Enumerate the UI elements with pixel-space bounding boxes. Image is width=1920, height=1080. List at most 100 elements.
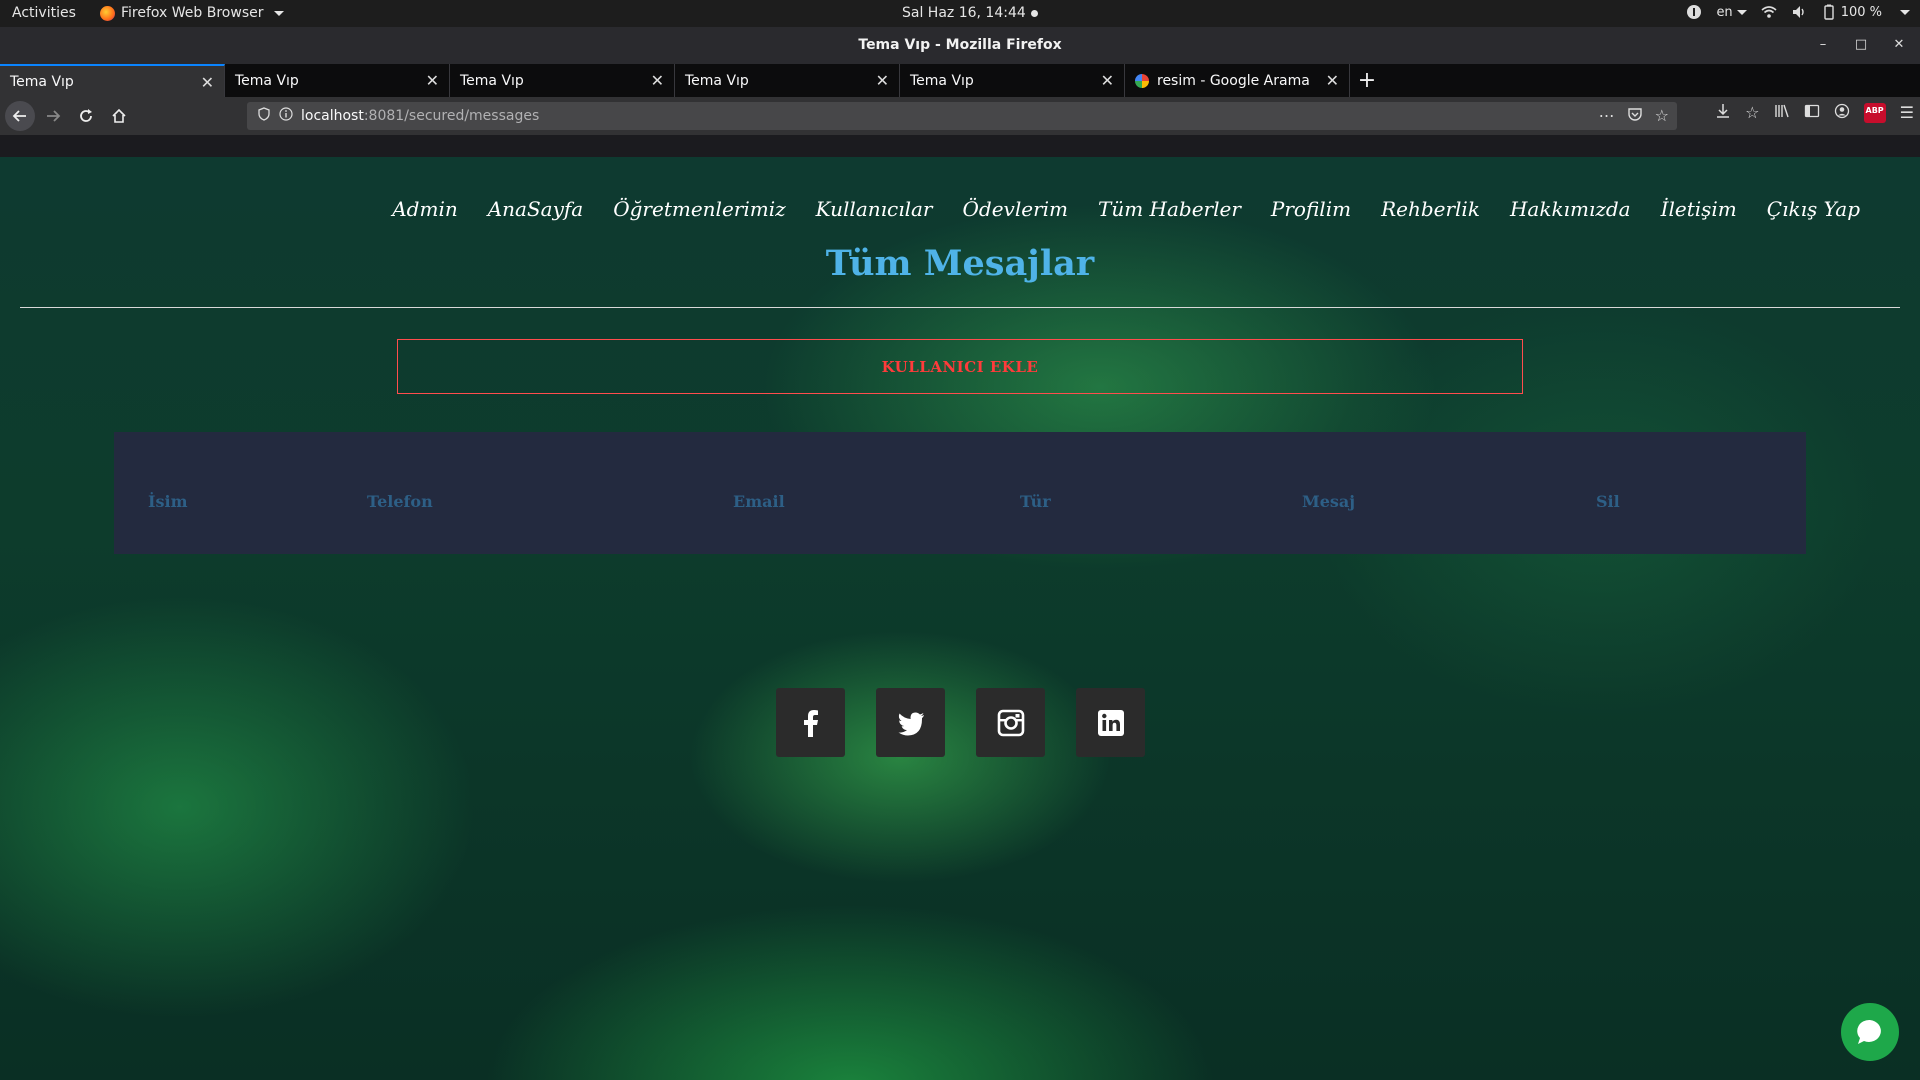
pocket-icon[interactable] <box>1627 106 1643 126</box>
bookmarks-star-icon[interactable]: ☆ <box>1745 103 1759 123</box>
navigation-toolbar: localhost:8081/secured/messages ⋯ ☆ ☆ AB… <box>0 97 1920 135</box>
tab-label: Tema Vıp <box>460 72 524 89</box>
close-tab-icon[interactable]: ✕ <box>426 71 439 90</box>
battery-label: 100 % <box>1840 4 1882 20</box>
instagram-icon <box>997 709 1024 736</box>
address-bar[interactable]: localhost:8081/secured/messages ⋯ ☆ <box>247 102 1677 130</box>
system-menu-chevron-icon[interactable] <box>1900 9 1910 15</box>
sidebar-icon[interactable] <box>1804 103 1820 123</box>
add-user-label: KULLANICI EKLE <box>881 357 1039 376</box>
column-header-mesaj: Mesaj <box>1302 492 1356 511</box>
nav-link-profilim[interactable]: Profilim <box>1271 197 1351 221</box>
adblock-plus-icon[interactable]: ABP <box>1863 103 1886 123</box>
notification-dot-icon <box>1030 9 1038 17</box>
close-tab-icon[interactable]: ✕ <box>651 71 664 90</box>
tab-label: Tema Vıp <box>235 72 299 89</box>
bookmark-star-icon[interactable]: ☆ <box>1655 106 1669 126</box>
battery-icon <box>1821 4 1837 20</box>
back-button[interactable] <box>5 101 35 131</box>
add-user-button[interactable]: KULLANICI EKLE <box>397 339 1523 394</box>
maximize-icon[interactable]: □ <box>1852 35 1870 53</box>
activities-button[interactable]: Activities <box>12 5 76 21</box>
tab-5[interactable]: Tema Vıp ✕ <box>900 64 1125 97</box>
nav-link-ogretmenlerimiz[interactable]: Öğretmenlerimiz <box>613 197 785 221</box>
arrow-left-icon <box>12 110 26 122</box>
window-title: Tema Vıp - Mozilla Firefox <box>858 37 1062 53</box>
home-button[interactable] <box>104 101 134 131</box>
tab-4[interactable]: Tema Vıp ✕ <box>675 64 900 97</box>
nav-link-cikis-yap[interactable]: Çıkış Yap <box>1767 197 1860 221</box>
language-indicator[interactable]: en <box>1716 4 1747 20</box>
column-header-telefon: Telefon <box>367 492 433 511</box>
firefox-icon <box>100 5 115 21</box>
url-actions: ⋯ ☆ <box>1599 106 1669 126</box>
chevron-down-icon <box>1736 9 1747 15</box>
linkedin-icon <box>1097 709 1124 736</box>
reload-button[interactable] <box>71 101 101 131</box>
tab-strip: Tema Vıp ✕ Tema Vıp ✕ Tema Vıp ✕ Tema Vı… <box>0 64 1920 97</box>
app-menu[interactable]: Firefox Web Browser <box>100 5 284 21</box>
url-path: :8081/secured/messages <box>363 108 540 124</box>
column-header-isim: İsim <box>148 492 188 511</box>
library-icon[interactable] <box>1774 103 1790 123</box>
instagram-button[interactable] <box>976 688 1045 757</box>
close-tab-icon[interactable]: ✕ <box>1326 71 1339 90</box>
downloads-icon[interactable] <box>1715 103 1731 123</box>
tab-2[interactable]: Tema Vıp ✕ <box>225 64 450 97</box>
account-icon[interactable] <box>1834 103 1850 123</box>
close-tab-icon[interactable]: ✕ <box>876 71 889 90</box>
clock-label: Sal Haz 16, 14:44 <box>902 5 1026 21</box>
info-icon[interactable] <box>279 107 293 125</box>
tab-6[interactable]: resim - Google Arama ✕ <box>1125 64 1350 97</box>
reload-icon <box>80 109 92 122</box>
close-tab-icon[interactable]: ✕ <box>201 73 214 92</box>
linkedin-button[interactable] <box>1076 688 1145 757</box>
nav-link-odevlerim[interactable]: Ödevlerim <box>963 197 1069 221</box>
clock[interactable]: Sal Haz 16, 14:44 <box>902 5 1038 21</box>
google-icon <box>1135 73 1149 88</box>
tab-3[interactable]: Tema Vıp ✕ <box>450 64 675 97</box>
social-links <box>776 688 1145 757</box>
window-controls: – □ ✕ <box>1814 35 1908 53</box>
facebook-button[interactable] <box>776 688 845 757</box>
nav-link-admin[interactable]: Admin <box>392 197 458 221</box>
nav-link-iletisim[interactable]: İletişim <box>1661 197 1737 221</box>
nav-link-anasayfa[interactable]: AnaSayfa <box>488 197 584 221</box>
system-tray[interactable]: en 100 % <box>1686 4 1910 20</box>
new-tab-button[interactable]: + <box>1350 64 1384 97</box>
messages-table: İsim Telefon Email Tür Mesaj Sil <box>114 432 1806 554</box>
nav-link-tum-haberler[interactable]: Tüm Haberler <box>1098 197 1241 221</box>
battery-indicator: 100 % <box>1821 4 1882 20</box>
tab-label: Tema Vıp <box>685 72 749 89</box>
home-icon <box>112 108 126 123</box>
chevron-down-icon <box>273 10 284 16</box>
twitter-button[interactable] <box>876 688 945 757</box>
chat-icon <box>1857 1019 1881 1044</box>
nav-link-kullanicilar[interactable]: Kullanıcılar <box>816 197 933 221</box>
tab-label: resim - Google Arama <box>1157 72 1310 89</box>
site-navigation: Admin AnaSayfa Öğretmenlerimiz Kullanıcı… <box>392 197 1860 221</box>
accessibility-icon[interactable] <box>1686 4 1702 20</box>
nav-link-hakkimizda[interactable]: Hakkımızda <box>1510 197 1631 221</box>
tab-label: Tema Vıp <box>910 72 974 89</box>
page-title: Tüm Mesajlar <box>825 243 1095 284</box>
close-tab-icon[interactable]: ✕ <box>1101 71 1114 90</box>
divider <box>20 307 1900 308</box>
tab-label: Tema Vıp <box>10 73 74 90</box>
app-menu-label: Firefox Web Browser <box>121 5 264 21</box>
toolbar-right: ☆ ABP ☰ <box>1715 103 1914 123</box>
tab-1[interactable]: Tema Vıp ✕ <box>0 64 225 97</box>
nav-link-rehberlik[interactable]: Rehberlik <box>1381 197 1480 221</box>
chat-button[interactable] <box>1841 1003 1899 1061</box>
wifi-icon <box>1761 4 1777 20</box>
hamburger-menu-icon[interactable]: ☰ <box>1900 103 1914 123</box>
forward-button[interactable] <box>38 101 68 131</box>
language-label: en <box>1716 4 1733 20</box>
more-actions-icon[interactable]: ⋯ <box>1599 106 1615 126</box>
column-header-email: Email <box>733 492 785 511</box>
facebook-icon <box>803 709 818 737</box>
url-text[interactable]: localhost:8081/secured/messages <box>301 108 539 124</box>
minimize-icon[interactable]: – <box>1814 35 1832 53</box>
shield-icon[interactable] <box>257 107 271 125</box>
close-icon[interactable]: ✕ <box>1890 35 1908 53</box>
